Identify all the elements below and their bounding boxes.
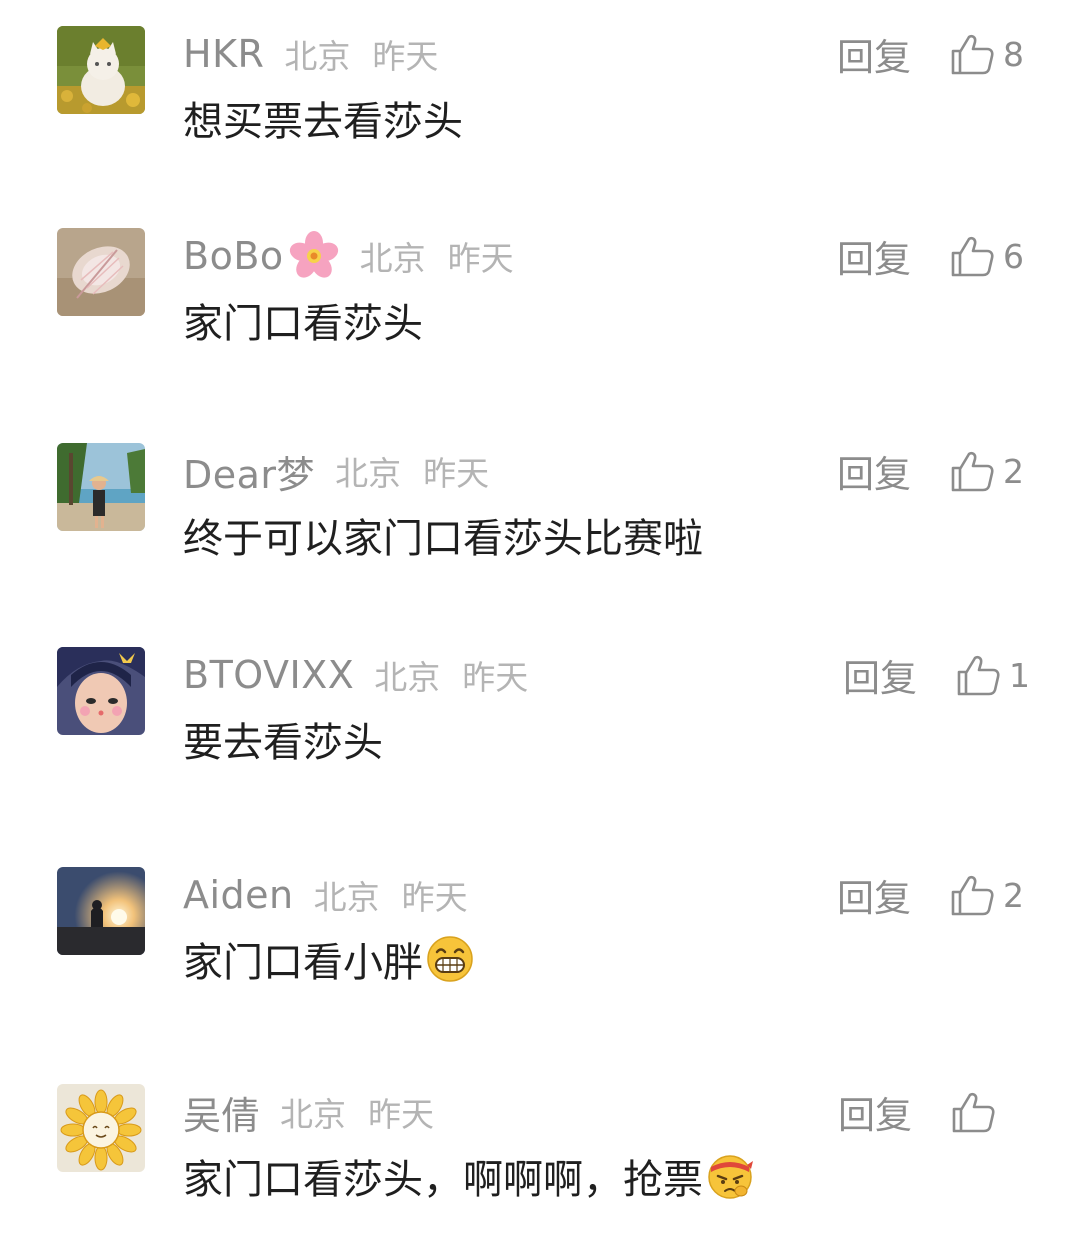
comment-item: BoBo 北京 昨天 家门口看莎头 回复 6 (0, 228, 1080, 388)
avatar[interactable] (57, 443, 145, 531)
comment-text-content: 家门口看莎头，啊啊啊，抢票 (183, 1157, 703, 1203)
comment-text: 家门口看莎头，啊啊啊，抢票 (183, 1150, 755, 1203)
comment-actions: 回复 2 (837, 869, 1024, 921)
comment-item: Dear梦 北京 昨天 终于可以家门口看莎头比赛啦 回复 2 (0, 443, 1080, 603)
avatar[interactable] (57, 647, 145, 735)
location-label: 北京 (280, 1095, 347, 1134)
grinning-face-icon (425, 934, 475, 984)
like-count: 8 (1003, 34, 1024, 74)
reply-button[interactable]: 回复 (837, 868, 911, 922)
location-label: 北京 (374, 658, 441, 697)
location-label: 北京 (313, 878, 380, 917)
timestamp: 昨天 (462, 658, 529, 697)
comment-meta: BTOVIXX 北京 昨天 (183, 651, 528, 699)
username[interactable]: BoBo (183, 234, 284, 278)
timestamp: 昨天 (423, 454, 490, 493)
comment-item: 吴倩 北京 昨天 家门口看莎头，啊啊啊，抢票 回复 (0, 1084, 1080, 1244)
reply-button[interactable]: 回复 (837, 444, 911, 498)
comment-actions: 回复 6 (837, 230, 1024, 282)
comment-text: 要去看莎头 (183, 720, 383, 766)
username[interactable]: HKR (183, 32, 264, 76)
like-button[interactable] (950, 1089, 1022, 1135)
comment-text: 终于可以家门口看莎头比赛啦 (183, 516, 703, 562)
avatar[interactable] (57, 26, 145, 114)
like-button[interactable]: 6 (949, 233, 1024, 279)
like-button[interactable]: 2 (949, 872, 1024, 918)
username[interactable]: Dear梦 (183, 444, 315, 499)
like-count: 2 (1003, 875, 1024, 915)
feather-photo-avatar (57, 228, 145, 316)
thumbs-up-icon (952, 1092, 995, 1133)
comment-meta: Aiden 北京 昨天 (183, 871, 468, 919)
avatar[interactable] (57, 228, 145, 316)
comment-actions: 回复 1 (843, 649, 1030, 701)
like-count: 2 (1003, 451, 1024, 491)
selfie-photo-avatar (57, 647, 145, 735)
location-label: 北京 (284, 37, 351, 76)
determined-face-icon (705, 1151, 755, 1201)
avatar[interactable] (57, 867, 145, 955)
comment-meta: Dear梦 北京 昨天 (183, 447, 490, 497)
cherry-blossom-icon (288, 230, 340, 282)
avatar[interactable] (57, 1084, 145, 1172)
timestamp: 昨天 (372, 37, 439, 76)
like-button[interactable]: 8 (949, 31, 1024, 77)
location-label: 北京 (335, 454, 402, 493)
comment-actions: 回复 (838, 1086, 1022, 1138)
thumbs-up-icon (951, 451, 994, 492)
timestamp: 昨天 (447, 239, 514, 278)
comment-actions: 回复 8 (837, 28, 1024, 80)
like-button[interactable]: 1 (955, 652, 1030, 698)
like-button[interactable]: 2 (949, 448, 1024, 494)
thumbs-up-icon (951, 34, 994, 75)
thumbs-up-icon (957, 655, 1000, 696)
cat-photo-avatar (57, 26, 145, 114)
timestamp: 昨天 (401, 878, 468, 917)
comment-meta: BoBo 北京 昨天 (183, 230, 514, 282)
reply-button[interactable]: 回复 (838, 1085, 912, 1139)
reply-button[interactable]: 回复 (843, 648, 917, 702)
thumbs-up-icon (951, 236, 994, 277)
username[interactable]: 吴倩 (183, 1085, 260, 1140)
sunset-photo-avatar (57, 867, 145, 955)
comment-meta: HKR 北京 昨天 (183, 30, 438, 78)
comment-meta: 吴倩 北京 昨天 (183, 1088, 435, 1138)
like-count: 6 (1003, 236, 1024, 276)
comment-text-content: 家门口看小胖 (183, 940, 423, 986)
reply-button[interactable]: 回复 (837, 229, 911, 283)
comment-item: HKR 北京 昨天 想买票去看莎头 回复 8 (0, 26, 1080, 186)
like-count: 1 (1009, 655, 1030, 695)
comment-text: 家门口看小胖 (183, 933, 475, 986)
reply-button[interactable]: 回复 (837, 27, 911, 81)
username[interactable]: Aiden (183, 873, 294, 917)
comment-item: BTOVIXX 北京 昨天 要去看莎头 回复 1 (0, 647, 1080, 807)
comment-actions: 回复 2 (837, 445, 1024, 497)
thumbs-up-icon (951, 875, 994, 916)
beach-photo-avatar (57, 443, 145, 531)
username[interactable]: BTOVIXX (183, 653, 354, 697)
sunflower-drawing-avatar (57, 1084, 145, 1172)
comment-item: Aiden 北京 昨天 家门口看小胖 回复 2 (0, 867, 1080, 1027)
comment-text: 想买票去看莎头 (183, 99, 463, 145)
comment-text: 家门口看莎头 (183, 301, 423, 347)
location-label: 北京 (359, 239, 426, 278)
timestamp: 昨天 (368, 1095, 435, 1134)
